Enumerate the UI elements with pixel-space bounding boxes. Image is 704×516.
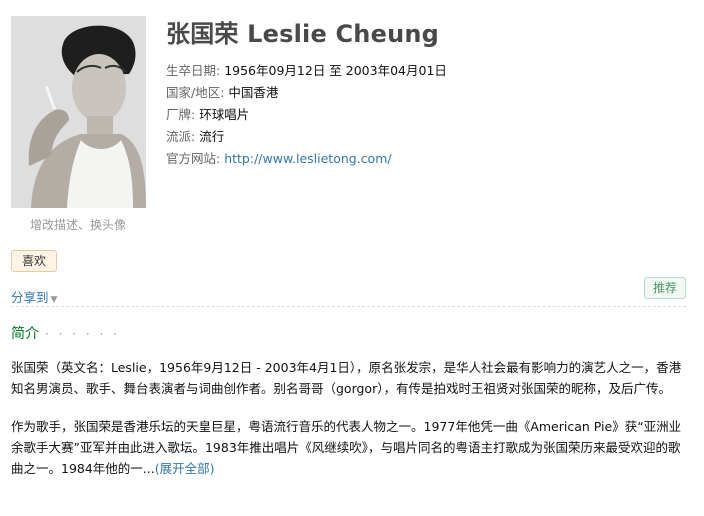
info-value: 1956年09月12日 至 2003年04月01日: [224, 63, 447, 78]
info-label: 国家/地区:: [166, 85, 225, 100]
info-row-dates: 生卒日期: 1956年09月12日 至 2003年04月01日: [166, 60, 447, 82]
intro-paragraph-text: 作为歌手，张国荣是香港乐坛的天皇巨星，粤语流行音乐的代表人物之一。1977年他凭…: [11, 419, 682, 476]
intro-paragraph: 张国荣（英文名：Leslie，1956年9月12日 - 2003年4月1日），原…: [11, 360, 682, 396]
avatar[interactable]: [11, 16, 146, 208]
edit-avatar-link[interactable]: 增改描述、换头像: [30, 216, 126, 233]
info-value: 流行: [199, 129, 225, 144]
info-row-region: 国家/地区: 中国香港: [166, 82, 447, 104]
share-label: 分享到: [11, 290, 49, 305]
intro-paragraph-2: 作为歌手，张国荣是香港乐坛的天皇巨星，粤语流行音乐的代表人物之一。1977年他凭…: [11, 416, 687, 479]
info-row-genre: 流派: 流行: [166, 126, 447, 148]
info-value: 环球唱片: [199, 107, 250, 122]
like-button[interactable]: 喜欢: [11, 250, 58, 272]
info-label: 流派:: [166, 129, 196, 144]
info-label: 厂牌:: [166, 107, 196, 122]
website-link[interactable]: http://www.leslietong.com/: [224, 151, 391, 166]
recommend-button[interactable]: 推荐: [643, 277, 686, 299]
intro-heading-label: 简介: [11, 326, 39, 342]
info-row-website: 官方网站: http://www.leslietong.com/: [166, 148, 447, 170]
divider: [11, 306, 686, 307]
artist-info: 生卒日期: 1956年09月12日 至 2003年04月01日 国家/地区: 中…: [166, 60, 447, 170]
page-title: 张国荣 Leslie Cheung: [166, 20, 440, 48]
info-value: 中国香港: [228, 85, 279, 100]
intro-heading: 简介 · · · · · ·: [11, 323, 120, 343]
intro-text: 张国荣（英文名：Leslie，1956年9月12日 - 2003年4月1日），原…: [11, 357, 687, 496]
heading-dots: · · · · · ·: [45, 327, 120, 341]
share-link[interactable]: 分享到 ▼: [11, 287, 57, 306]
info-label: 生卒日期:: [166, 63, 221, 78]
expand-all-link[interactable]: (展开全部): [155, 461, 215, 476]
info-label: 官方网站:: [166, 151, 221, 166]
chevron-down-icon: ▼: [50, 295, 58, 305]
info-row-label: 厂牌: 环球唱片: [166, 104, 447, 126]
